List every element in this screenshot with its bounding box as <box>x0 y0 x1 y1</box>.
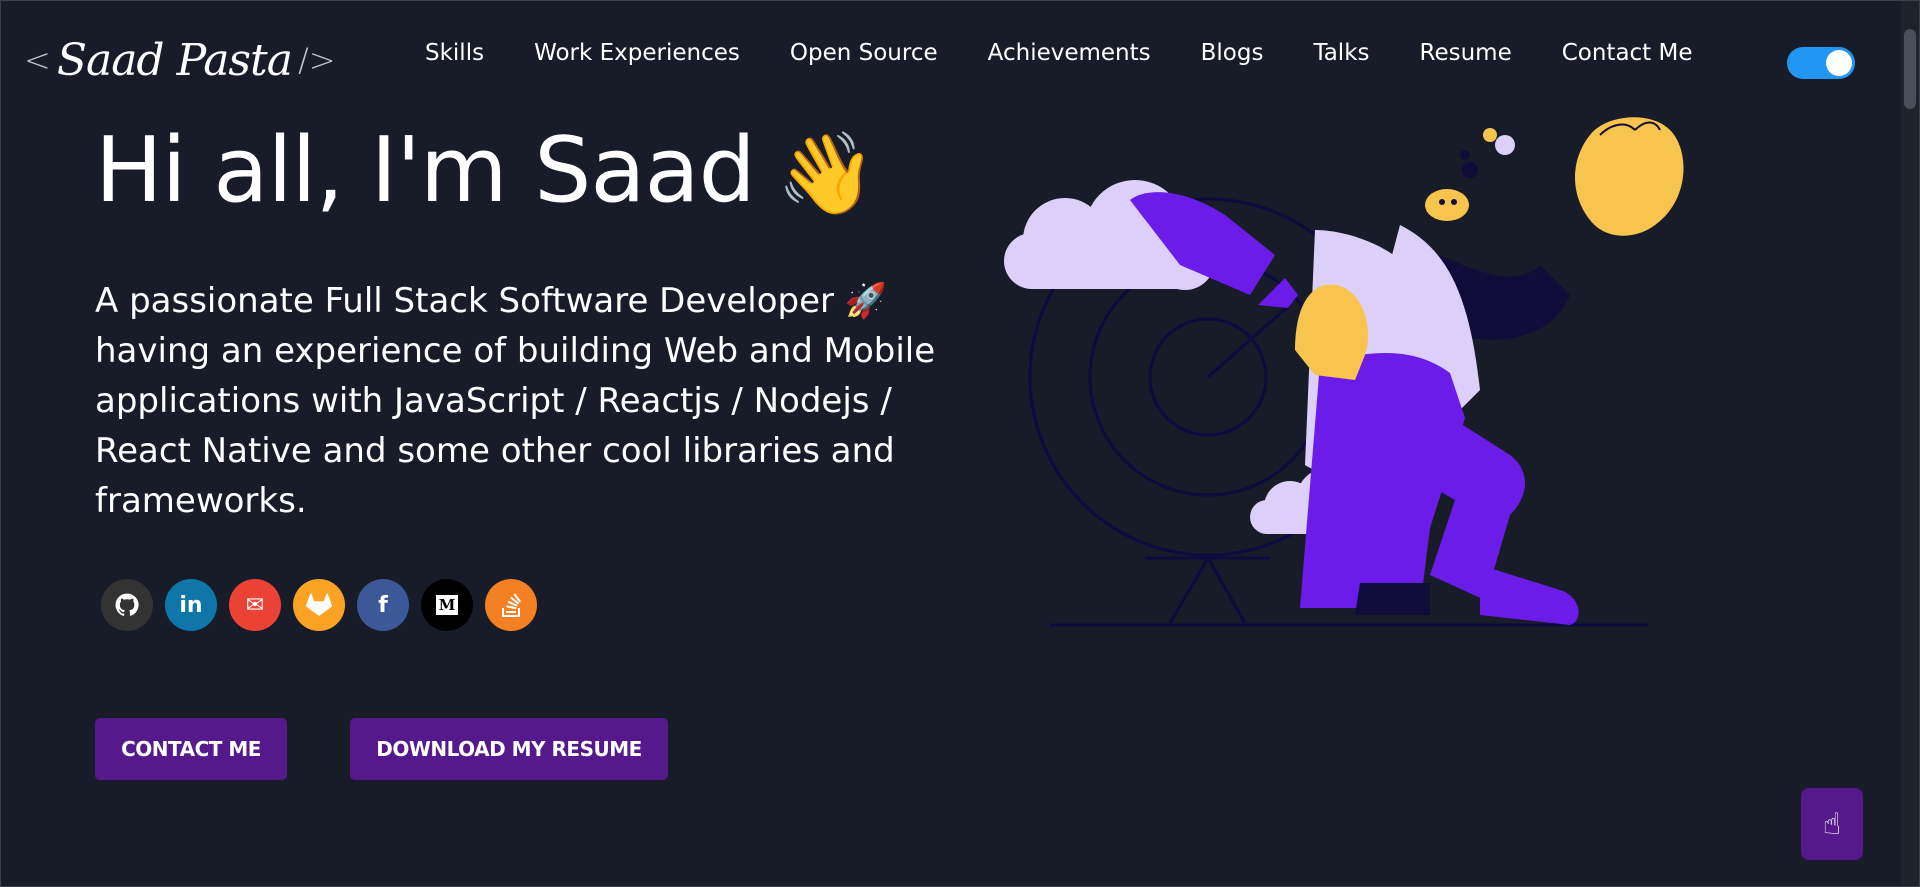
logo-open-bracket: < <box>24 41 51 79</box>
nav-achievements[interactable]: Achievements <box>988 40 1151 66</box>
medium-icon[interactable]: M <box>421 579 473 631</box>
nav-open-source[interactable]: Open Source <box>790 40 938 66</box>
logo-signature: Saad Pasta <box>56 34 293 86</box>
stackoverflow-icon[interactable] <box>485 579 537 631</box>
github-icon[interactable] <box>101 579 153 631</box>
social-links: in ✉ f M <box>101 579 537 631</box>
nav-contact-me[interactable]: Contact Me <box>1562 40 1693 66</box>
hero-greeting: Hi all, I'm Saad 👋 <box>95 118 877 223</box>
pointing-hand-icon: ☝ <box>1822 806 1842 842</box>
scrollbar-thumb[interactable] <box>1904 29 1916 109</box>
nav-resume[interactable]: Resume <box>1420 40 1512 66</box>
nav-skills[interactable]: Skills <box>425 40 484 66</box>
linkedin-icon[interactable]: in <box>165 579 217 631</box>
scroll-to-top-button[interactable]: ☝ <box>1801 788 1863 860</box>
nav-work-experiences[interactable]: Work Experiences <box>534 40 740 66</box>
moon-icon: ☾ <box>1826 50 1852 76</box>
nav-talks[interactable]: Talks <box>1313 40 1369 66</box>
page-scrollbar[interactable] <box>1901 1 1919 886</box>
facebook-icon[interactable]: f <box>357 579 409 631</box>
main-nav: Skills Work Experiences Open Source Achi… <box>425 40 1743 66</box>
theme-toggle[interactable]: ☾ <box>1787 47 1855 79</box>
hero-illustration <box>1004 117 1684 627</box>
mail-icon[interactable]: ✉ <box>229 579 281 631</box>
logo-close-bracket: /> <box>297 41 336 79</box>
site-logo[interactable]: < Saad Pasta /> <box>24 30 336 90</box>
gitlab-icon[interactable] <box>293 579 345 631</box>
waving-hand-icon: 👋 <box>776 127 877 220</box>
hero-subtitle: A passionate Full Stack Software Develop… <box>95 281 936 521</box>
download-resume-button[interactable]: DOWNLOAD MY RESUME <box>350 718 668 780</box>
contact-me-button[interactable]: CONTACT ME <box>95 718 287 780</box>
greeting-text: Hi all, I'm Saad <box>95 118 756 223</box>
nav-blogs[interactable]: Blogs <box>1201 40 1264 66</box>
